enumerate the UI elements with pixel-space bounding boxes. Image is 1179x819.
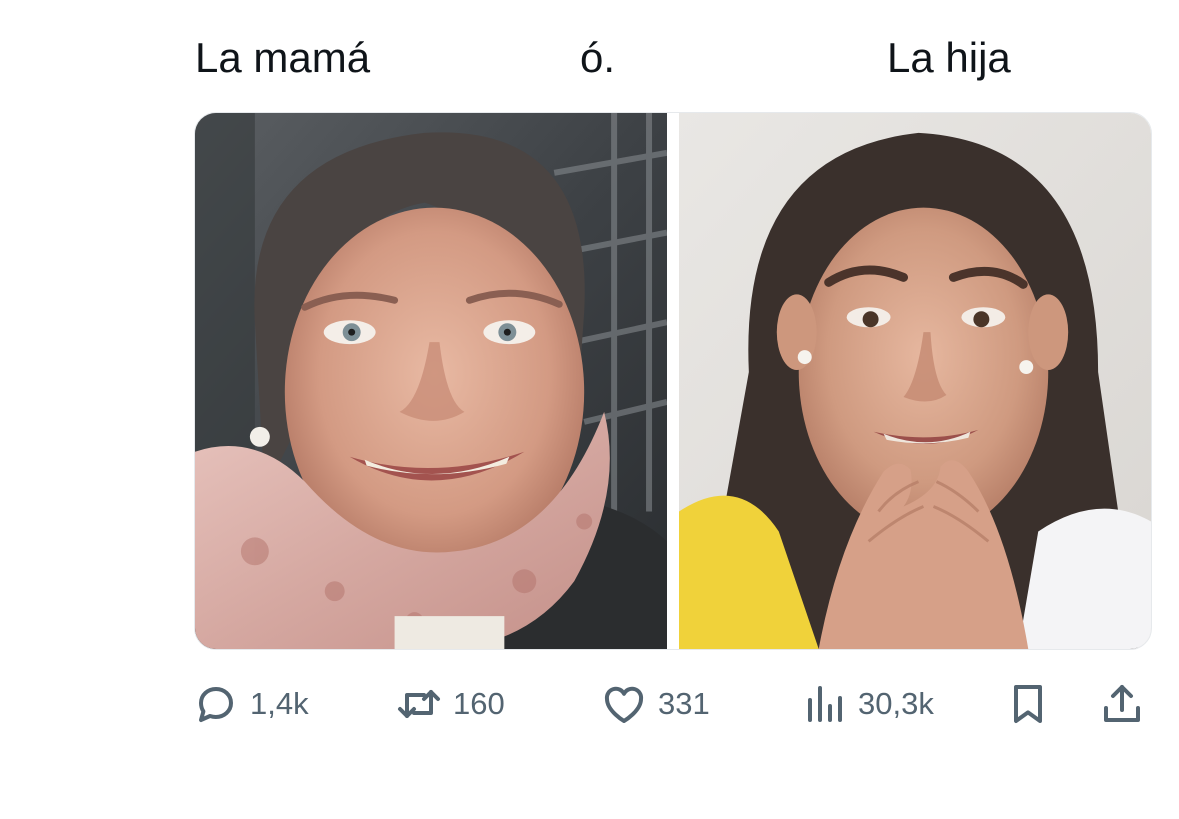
retweet-button[interactable]: 160 <box>395 676 505 732</box>
retweet-count: 160 <box>453 686 505 721</box>
bookmark-button[interactable] <box>1004 676 1052 732</box>
like-count: 331 <box>658 686 710 721</box>
heart-icon <box>604 686 644 723</box>
media-grid <box>194 112 1152 650</box>
reply-icon <box>199 687 233 722</box>
tweet-action-bar: 1,4k 160 331 30,3k <box>0 676 1179 732</box>
photo-left[interactable] <box>195 113 667 649</box>
reply-count: 1,4k <box>250 686 309 721</box>
photo-left-image <box>195 113 667 649</box>
bookmark-icon <box>1014 685 1042 723</box>
share-button[interactable] <box>1098 676 1146 732</box>
caption-middle: ó. <box>580 34 616 81</box>
views-icon <box>808 686 842 722</box>
reply-button[interactable]: 1,4k <box>192 676 309 732</box>
like-button[interactable]: 331 <box>600 676 710 732</box>
caption-left: La mamá <box>195 34 371 81</box>
caption-right: La hija <box>887 34 1011 81</box>
views-button[interactable]: 30,3k <box>800 676 934 732</box>
retweet-icon <box>398 690 440 718</box>
photo-right[interactable] <box>679 113 1151 649</box>
photo-right-image <box>679 113 1151 649</box>
views-count: 30,3k <box>858 686 934 721</box>
share-icon <box>1104 685 1140 722</box>
